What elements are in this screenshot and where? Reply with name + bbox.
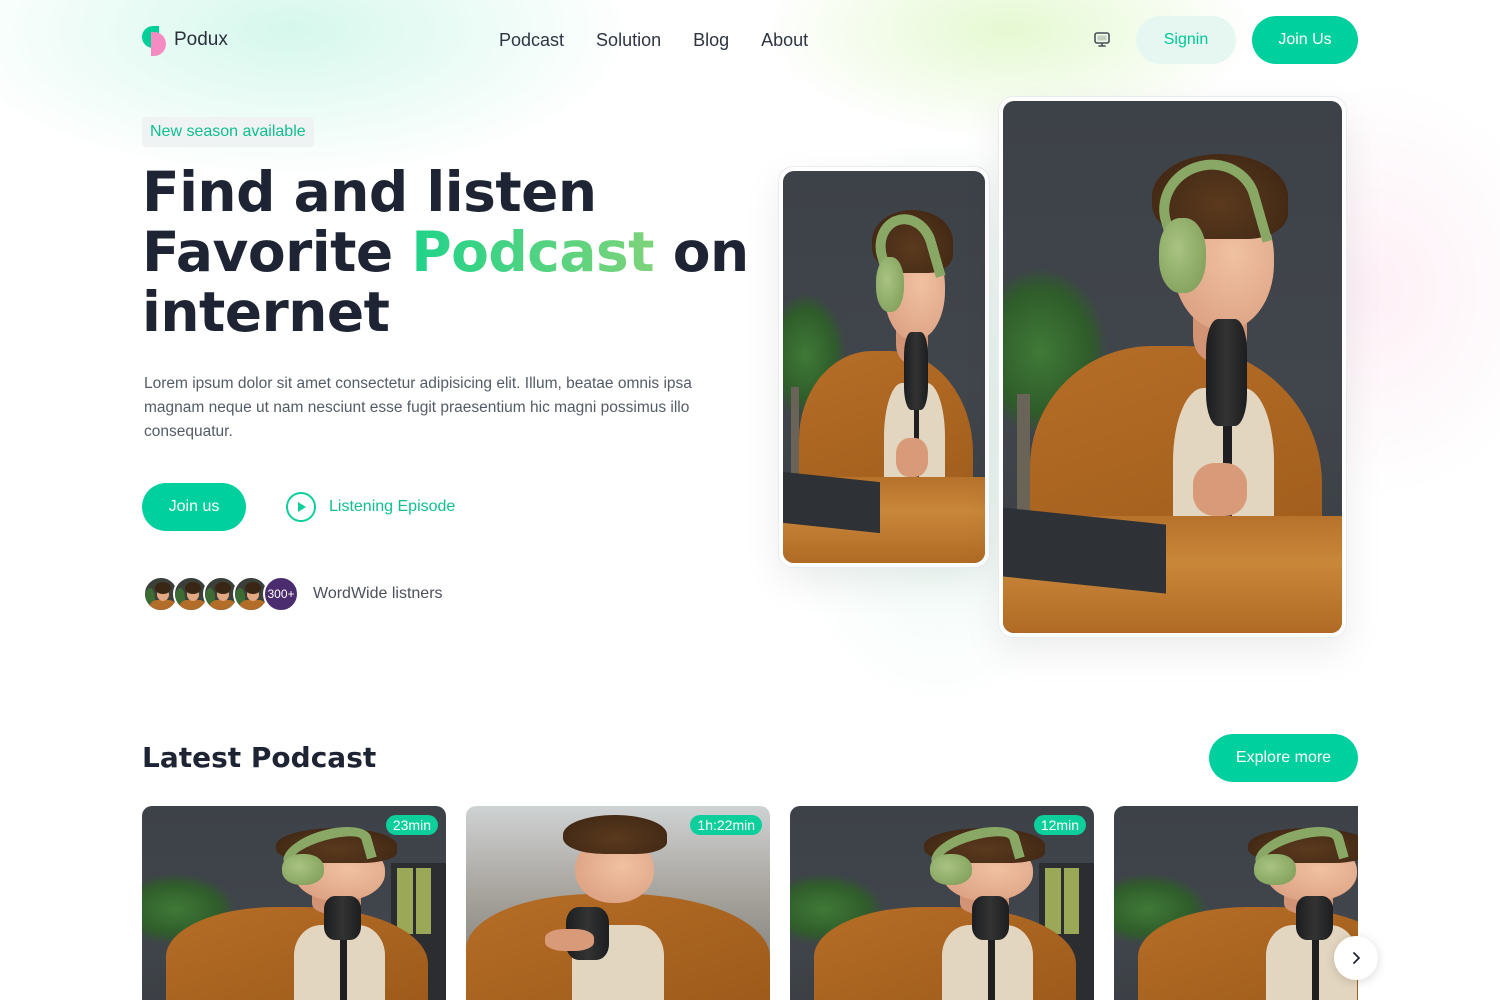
podcaster-photo xyxy=(783,171,985,563)
hero-description: Lorem ipsum dolor sit amet consectetur a… xyxy=(144,375,692,440)
signin-button[interactable]: Signin xyxy=(1136,16,1236,64)
nav-actions: Signin Join Us xyxy=(1084,16,1358,64)
listening-episode-label: Listening Episode xyxy=(329,498,456,515)
new-season-badge: New season available xyxy=(142,117,314,147)
hero-join-button[interactable]: Join us xyxy=(142,483,246,531)
listening-episode-link[interactable]: Listening Episode xyxy=(286,492,455,522)
brand-name: Podux xyxy=(174,29,228,50)
duration-badge: 23min xyxy=(385,815,438,835)
podcast-card[interactable]: 1h:22min xyxy=(466,806,770,1000)
carousel-next-button[interactable] xyxy=(1334,936,1378,980)
nav-link-about[interactable]: About xyxy=(761,30,808,51)
podcaster-photo xyxy=(1003,101,1342,633)
join-us-button[interactable]: Join Us xyxy=(1252,16,1358,64)
hero-image-large xyxy=(999,97,1346,637)
hero-title-line2-post: on xyxy=(654,220,749,284)
listeners-group: 300+ WordWide listners xyxy=(143,576,443,612)
podcast-carousel: 23min 1h:22min 12min xyxy=(142,806,1358,1000)
logo-icon xyxy=(142,24,166,56)
duration-badge: 1h:22min xyxy=(690,815,762,835)
hero-title-line3: internet xyxy=(142,280,390,344)
nav-link-podcast[interactable]: Podcast xyxy=(499,30,564,51)
monitor-icon xyxy=(1094,32,1110,47)
listeners-label: WordWide listners xyxy=(313,585,443,602)
chevron-right-icon xyxy=(1353,952,1360,964)
top-nav: Podux Podcast Solution Blog About Signin… xyxy=(142,16,1358,64)
podcast-card[interactable]: 23min xyxy=(142,806,446,1000)
hero-title-accent: Podcast xyxy=(411,220,655,284)
podcast-thumbnail xyxy=(142,806,446,1000)
latest-podcast-heading: Latest Podcast xyxy=(142,741,377,774)
podcast-card[interactable] xyxy=(1114,806,1358,1000)
podcast-thumbnail xyxy=(790,806,1094,1000)
play-icon xyxy=(286,492,316,522)
podcast-thumbnail xyxy=(466,806,770,1000)
listeners-count-badge: 300+ xyxy=(263,576,299,612)
podcast-thumbnail xyxy=(1114,806,1358,1000)
podcast-card[interactable]: 12min xyxy=(790,806,1094,1000)
logo[interactable]: Podux xyxy=(142,24,228,56)
hero-image-small xyxy=(779,167,989,567)
theme-toggle-button[interactable] xyxy=(1084,22,1120,58)
explore-more-button[interactable]: Explore more xyxy=(1209,734,1358,782)
hero-title-line1: Find and listen xyxy=(142,160,597,224)
nav-link-solution[interactable]: Solution xyxy=(596,30,661,51)
duration-badge: 12min xyxy=(1033,815,1086,835)
nav-link-blog[interactable]: Blog xyxy=(693,30,729,51)
hero-title: Find and listen Favorite Podcast on inte… xyxy=(142,162,762,342)
nav-links: Podcast Solution Blog About xyxy=(499,30,808,51)
hero-title-line2-pre: Favorite xyxy=(142,220,412,284)
